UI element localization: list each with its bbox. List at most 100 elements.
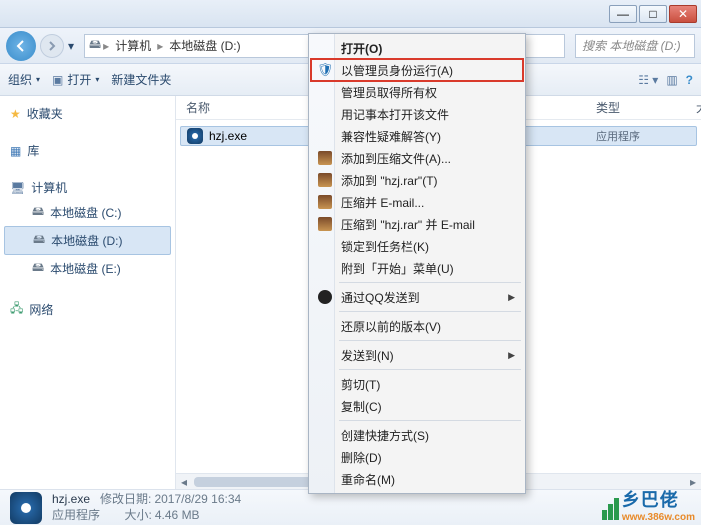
- ctx-label: 添加到压缩文件(A)...: [341, 150, 451, 167]
- ctx-separator: [339, 282, 521, 283]
- computer-icon: 🖥: [10, 181, 25, 195]
- shield-icon: 🛡: [317, 62, 333, 78]
- caret-down-icon: ▾: [95, 75, 99, 84]
- arrow-right-icon: [47, 41, 57, 51]
- back-button[interactable]: [6, 31, 36, 61]
- breadcrumb-sep-icon: ▸: [155, 39, 165, 53]
- ctx-add-archive[interactable]: 添加到压缩文件(A)...: [311, 147, 523, 169]
- sidebar-item-label: 网络: [29, 301, 53, 318]
- chevron-right-icon: ▶: [508, 292, 515, 303]
- search-input[interactable]: 搜索 本地磁盘 (D:): [575, 34, 695, 58]
- view-options-icon[interactable]: ☷ ▾: [638, 73, 658, 87]
- exe-icon: [187, 128, 203, 144]
- rar-icon: [317, 150, 333, 166]
- forward-button[interactable]: [40, 34, 64, 58]
- col-size[interactable]: 大: [686, 99, 701, 116]
- history-dropdown-icon[interactable]: ▾: [68, 39, 74, 53]
- sidebar-drive-c[interactable]: 🖴 本地磁盘 (C:): [0, 199, 175, 226]
- watermark-bars-icon: [602, 498, 620, 523]
- ctx-cut[interactable]: 剪切(T): [311, 373, 523, 395]
- chevron-right-icon: ▶: [508, 350, 515, 361]
- ctx-send-to[interactable]: 发送到(N) ▶: [311, 344, 523, 366]
- ctx-take-ownership[interactable]: 管理员取得所有权: [311, 81, 523, 103]
- details-filename: hzj.exe: [52, 492, 90, 506]
- ctx-zip-rar-email[interactable]: 压缩到 "hzj.rar" 并 E-mail: [311, 213, 523, 235]
- scroll-left-icon[interactable]: ◂: [176, 475, 192, 489]
- file-type-cell: 应用程序: [586, 126, 650, 146]
- rar-icon: [317, 216, 333, 232]
- ctx-compat-troubleshoot[interactable]: 兼容性疑难解答(Y): [311, 125, 523, 147]
- ctx-open-notepad[interactable]: 用记事本打开该文件: [311, 103, 523, 125]
- ctx-separator: [339, 311, 521, 312]
- open-button[interactable]: ▣ 打开 ▾: [52, 71, 99, 88]
- drive-icon: 🖴: [33, 230, 45, 251]
- new-folder-button[interactable]: 新建文件夹: [111, 71, 171, 88]
- breadcrumb-seg-computer[interactable]: 计算机: [111, 37, 155, 54]
- titlebar: — □ ✕: [0, 0, 701, 28]
- ctx-zip-email[interactable]: 压缩并 E-mail...: [311, 191, 523, 213]
- ctx-rename[interactable]: 重命名(M): [311, 468, 523, 490]
- details-pane: hzj.exe 修改日期: 2017/8/29 16:34 应用程序 大小: 4…: [0, 489, 701, 525]
- watermark: 乡巴佬 www.386w.com: [602, 486, 695, 523]
- close-icon: ✕: [678, 7, 688, 21]
- preview-pane-icon[interactable]: ▥: [666, 73, 677, 87]
- ctx-pin-taskbar[interactable]: 锁定到任务栏(K): [311, 235, 523, 257]
- ctx-open[interactable]: 打开(O): [311, 37, 523, 59]
- sidebar-network[interactable]: 🖧 网络: [0, 296, 175, 323]
- mod-value: 2017/8/29 16:34: [154, 492, 241, 506]
- caret-down-icon: ▾: [36, 75, 40, 84]
- maximize-icon: □: [649, 7, 656, 21]
- help-icon[interactable]: ?: [686, 73, 693, 87]
- size-value: 4.46 MB: [155, 508, 200, 522]
- drive-icon: 🖴: [89, 35, 101, 56]
- sidebar-libraries[interactable]: ▦库: [0, 139, 175, 162]
- ctx-pin-start[interactable]: 附到「开始」菜单(U): [311, 257, 523, 279]
- ctx-add-rar[interactable]: 添加到 "hzj.rar"(T): [311, 169, 523, 191]
- details-meta: hzj.exe 修改日期: 2017/8/29 16:34 应用程序 大小: 4…: [52, 492, 241, 523]
- ctx-copy[interactable]: 复制(C): [311, 395, 523, 417]
- sidebar-item-label: 本地磁盘 (E:): [50, 260, 121, 277]
- ctx-label: 压缩到 "hzj.rar" 并 E-mail: [341, 216, 475, 233]
- sidebar-item-label: 本地磁盘 (D:): [51, 232, 122, 249]
- watermark-url: www.386w.com: [622, 512, 695, 523]
- sidebar-drive-e[interactable]: 🖴 本地磁盘 (E:): [0, 255, 175, 282]
- details-apptype: 应用程序: [52, 508, 100, 522]
- ctx-create-shortcut[interactable]: 创建快捷方式(S): [311, 424, 523, 446]
- sidebar-drive-d[interactable]: 🖴 本地磁盘 (D:): [4, 226, 171, 255]
- minimize-button[interactable]: —: [609, 5, 637, 23]
- watermark-text: 乡巴佬: [622, 486, 679, 512]
- ctx-label: 通过QQ发送到: [341, 289, 420, 306]
- sidebar-item-label: 本地磁盘 (C:): [50, 204, 121, 221]
- file-name: hzj.exe: [209, 129, 247, 143]
- rar-icon: [317, 194, 333, 210]
- ctx-separator: [339, 340, 521, 341]
- arrow-left-icon: [14, 39, 28, 53]
- drive-icon: 🖴: [32, 258, 44, 279]
- sidebar-favorites[interactable]: ★收藏夹: [0, 102, 175, 125]
- ctx-separator: [339, 420, 521, 421]
- ctx-separator: [339, 369, 521, 370]
- network-icon: 🖧: [10, 299, 23, 320]
- scroll-thumb[interactable]: [194, 477, 314, 487]
- ctx-delete[interactable]: 删除(D): [311, 446, 523, 468]
- sidebar-item-label: 库: [27, 142, 39, 159]
- sidebar-computer[interactable]: 🖥 计算机: [0, 176, 175, 199]
- ctx-label: 发送到(N): [341, 347, 394, 364]
- breadcrumb-seg-drive[interactable]: 本地磁盘 (D:): [165, 37, 244, 54]
- open-icon: ▣: [52, 73, 63, 87]
- breadcrumb-sep-icon: ▸: [101, 39, 111, 53]
- mod-label: 修改日期:: [100, 492, 151, 506]
- context-menu: 打开(O) 🛡以管理员身份运行(A) 管理员取得所有权 用记事本打开该文件 兼容…: [308, 33, 526, 494]
- maximize-button[interactable]: □: [639, 5, 667, 23]
- sidebar-item-label: 计算机: [31, 179, 67, 196]
- organize-button[interactable]: 组织 ▾: [8, 71, 40, 88]
- ctx-restore-prev[interactable]: 还原以前的版本(V): [311, 315, 523, 337]
- star-icon: ★: [10, 107, 21, 121]
- col-name[interactable]: 名称: [176, 99, 316, 116]
- ctx-run-as-admin[interactable]: 🛡以管理员身份运行(A): [311, 59, 523, 81]
- col-type[interactable]: 类型: [586, 99, 701, 116]
- ctx-send-qq[interactable]: 通过QQ发送到 ▶: [311, 286, 523, 308]
- rar-icon: [317, 172, 333, 188]
- close-button[interactable]: ✕: [669, 5, 697, 23]
- drive-icon: 🖴: [32, 202, 44, 223]
